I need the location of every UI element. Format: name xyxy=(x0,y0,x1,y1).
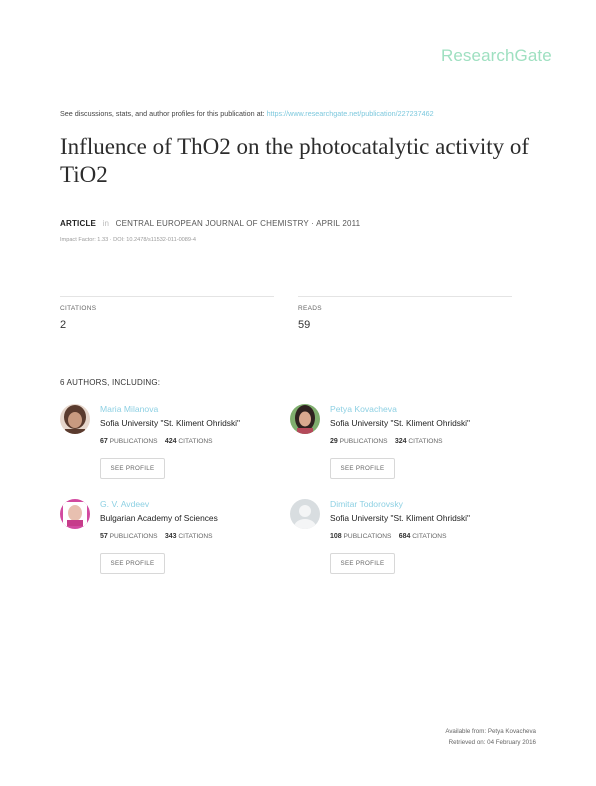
publication-count: 108 xyxy=(330,533,342,540)
author-name[interactable]: Dimitar Todorovsky xyxy=(330,499,403,509)
available-from: Available from: Petya Kovacheva xyxy=(445,728,536,735)
impact-doi: Impact Factor: 1.33 · DOI: 10.2478/s1153… xyxy=(60,237,196,243)
paper-title: Influence of ThO2 on the photocatalytic … xyxy=(60,134,530,187)
citation-count: 343 xyxy=(164,533,177,540)
citations-label: CITATIONS xyxy=(178,438,213,445)
in-label: in xyxy=(102,219,110,228)
publication-link[interactable]: https://www.researchgate.net/publication… xyxy=(267,109,434,118)
researchgate-logo[interactable]: ResearchGate xyxy=(441,46,552,66)
footer: Available from: Petya Kovacheva Retrieve… xyxy=(445,726,536,748)
author-institution: Sofia University "St. Kliment Ohridski" xyxy=(330,418,470,428)
publications-label: PUBLICATIONS xyxy=(109,438,158,445)
publications-label: PUBLICATIONS xyxy=(339,438,388,445)
author-institution: Sofia University "St. Kliment Ohridski" xyxy=(330,513,470,523)
avatar[interactable] xyxy=(290,404,320,434)
citation-count: 424 xyxy=(164,438,177,445)
reads-stat: READS 59 xyxy=(298,296,512,331)
article-type: ARTICLE xyxy=(60,219,97,228)
citation-count: 324 xyxy=(394,438,407,445)
see-profile-button[interactable]: SEE PROFILE xyxy=(330,553,395,574)
author-counts: 108 PUBLICATIONS 684 CITATIONS xyxy=(330,533,446,540)
author-name[interactable]: Maria Milanova xyxy=(100,404,158,414)
publications-label: PUBLICATIONS xyxy=(343,533,392,540)
citations-label: CITATIONS xyxy=(412,533,447,540)
authors-heading: 6 AUTHORS, INCLUDING: xyxy=(60,378,161,387)
publication-count: 67 xyxy=(100,438,108,445)
journal-name: CENTRAL EUROPEAN JOURNAL OF CHEMISTRY · … xyxy=(115,219,361,228)
publication-count: 57 xyxy=(100,533,108,540)
avatar[interactable] xyxy=(290,499,320,529)
retrieved-on: Retrieved on: 04 February 2016 xyxy=(448,739,536,746)
citation-count: 684 xyxy=(398,533,411,540)
publications-label: PUBLICATIONS xyxy=(109,533,158,540)
author-name[interactable]: G. V. Avdeev xyxy=(100,499,149,509)
citations-label: CITATIONS xyxy=(408,438,443,445)
citations-label: CITATIONS xyxy=(60,305,97,312)
author-counts: 57 PUBLICATIONS 343 CITATIONS xyxy=(100,533,213,540)
avatar[interactable] xyxy=(60,404,90,434)
discussion-text: See discussions, stats, and author profi… xyxy=(60,109,265,118)
see-profile-button[interactable]: SEE PROFILE xyxy=(330,458,395,479)
paper-meta: ARTICLE in CENTRAL EUROPEAN JOURNAL OF C… xyxy=(60,219,360,228)
reads-value: 59 xyxy=(298,319,311,331)
publication-count: 29 xyxy=(330,438,338,445)
see-profile-button[interactable]: SEE PROFILE xyxy=(100,458,165,479)
citations-stat: CITATIONS 2 xyxy=(60,296,274,331)
author-name[interactable]: Petya Kovacheva xyxy=(330,404,397,414)
author-card: Petya Kovacheva Sofia University "St. Kl… xyxy=(290,404,520,484)
author-institution: Sofia University "St. Kliment Ohridski" xyxy=(100,418,240,428)
author-counts: 29 PUBLICATIONS 324 CITATIONS xyxy=(330,438,443,445)
citations-value: 2 xyxy=(60,319,67,331)
avatar[interactable] xyxy=(60,499,90,529)
citations-label: CITATIONS xyxy=(178,533,213,540)
see-profile-button[interactable]: SEE PROFILE xyxy=(100,553,165,574)
author-card: G. V. Avdeev Bulgarian Academy of Scienc… xyxy=(60,499,290,579)
author-counts: 67 PUBLICATIONS 424 CITATIONS xyxy=(100,438,213,445)
author-institution: Bulgarian Academy of Sciences xyxy=(100,513,218,523)
discussion-notice: See discussions, stats, and author profi… xyxy=(60,109,434,118)
author-card: Maria Milanova Sofia University "St. Kli… xyxy=(60,404,290,484)
author-card: Dimitar Todorovsky Sofia University "St.… xyxy=(290,499,520,579)
reads-label: READS xyxy=(298,305,322,312)
